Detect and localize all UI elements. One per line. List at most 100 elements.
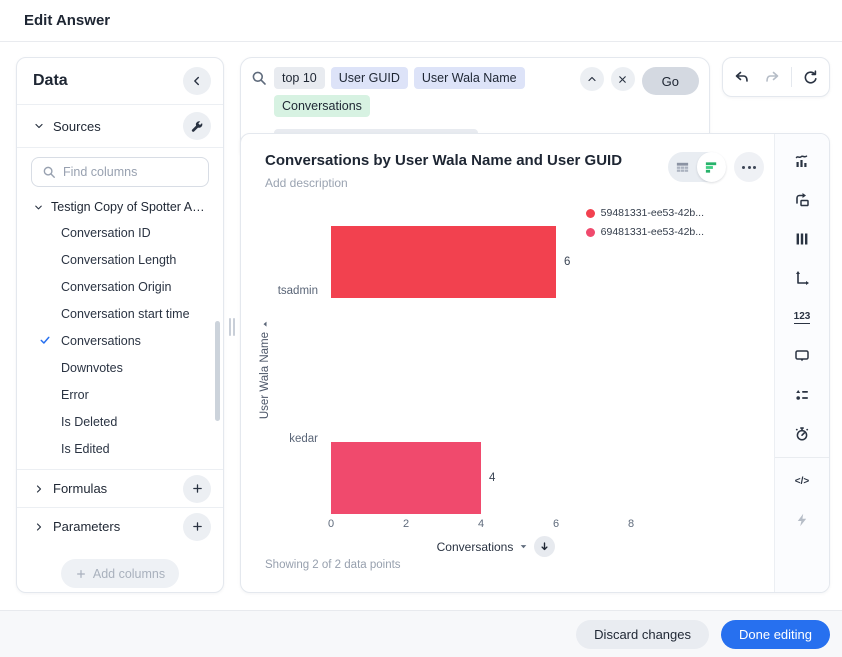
formulas-section-header[interactable]: Formulas [17, 469, 223, 507]
conditional-formatting-button[interactable] [789, 382, 815, 408]
add-formula-button[interactable] [183, 475, 211, 503]
close-icon [617, 74, 628, 85]
format-list-icon [793, 386, 811, 404]
column-item[interactable]: Error [17, 381, 223, 408]
clear-search-button[interactable] [611, 67, 635, 91]
table-icon [675, 160, 690, 175]
find-columns-input[interactable] [63, 165, 193, 179]
source-tree-parent[interactable]: Testign Copy of Spotter Ana... [17, 195, 223, 219]
more-options-button[interactable] [734, 152, 764, 182]
divider [775, 457, 830, 458]
sources-label: Sources [53, 119, 101, 134]
data-panel-title: Data [33, 72, 68, 90]
spotiq-button[interactable] [789, 507, 815, 533]
panel-resize-handle[interactable] [229, 318, 235, 336]
reset-button[interactable] [798, 64, 824, 90]
chevron-down-icon [33, 202, 44, 213]
add-columns-button[interactable]: Add columns [61, 559, 179, 588]
chevron-up-icon [586, 73, 598, 85]
discard-changes-button[interactable]: Discard changes [576, 620, 709, 649]
bar-tsadmin[interactable] [331, 226, 556, 298]
answer-card: Conversations by User Wala Name and User… [240, 133, 830, 593]
lightning-icon [794, 512, 810, 528]
tooltip-settings-button[interactable] [789, 343, 815, 369]
chevron-left-icon [190, 74, 204, 88]
edit-columns-button[interactable] [789, 226, 815, 252]
page-title: Edit Answer [24, 12, 110, 29]
column-item[interactable]: Is Deleted [17, 408, 223, 435]
source-name: Testign Copy of Spotter Ana... [51, 200, 211, 214]
search-icon [42, 165, 56, 179]
data-label: 6 [564, 256, 570, 268]
search-token[interactable]: Conversations [274, 95, 370, 117]
code-icon: </> [795, 476, 809, 487]
answer-side-toolbar: 123 [774, 134, 829, 592]
edit-sources-button[interactable] [183, 112, 211, 140]
pin-to-liveboard-button[interactable] [789, 187, 815, 213]
chart-view-button[interactable] [697, 152, 726, 182]
go-button[interactable]: Go [642, 67, 699, 95]
column-item[interactable]: Conversation start time [17, 300, 223, 327]
bar-kedar[interactable] [331, 442, 481, 514]
column-item[interactable]: Conversation ID [17, 219, 223, 246]
divider [791, 67, 792, 87]
data-label: 4 [489, 472, 495, 484]
data-panel-header: Data [17, 58, 223, 105]
x-axis-ticks: 0 2 4 6 8 [331, 518, 661, 532]
chart-content: Conversations by User Wala Name and User… [241, 134, 774, 592]
y-axis-label[interactable]: User Wala Name [257, 226, 273, 514]
tree-scrollbar[interactable] [215, 321, 220, 421]
done-editing-button[interactable]: Done editing [721, 620, 830, 649]
legend-item[interactable]: 59481331-ee53-42b... [586, 207, 704, 219]
columns-tree: Testign Copy of Spotter Ana... Conversat… [17, 191, 223, 469]
category-label: tsadmin [258, 285, 318, 297]
category-label: kedar [258, 433, 318, 445]
change-visualization-button[interactable] [789, 148, 815, 174]
add-parameter-button[interactable] [183, 513, 211, 541]
parameters-section-header[interactable]: Parameters [17, 507, 223, 545]
legend-dot [586, 209, 595, 218]
column-item-selected[interactable]: Conversations [17, 327, 223, 354]
find-columns-box [31, 157, 209, 187]
data-panel: Data Sources [16, 57, 224, 593]
search-token[interactable]: top 10 [274, 67, 325, 89]
edit-answer-page: Edit Answer Data Sources [0, 0, 842, 657]
search-token[interactable]: User GUID [331, 67, 408, 89]
bar-chart-icon [704, 160, 719, 175]
axes-icon [793, 269, 811, 287]
view-toggle [668, 152, 726, 182]
sort-descending-button[interactable] [534, 536, 555, 557]
chart-type-icon [793, 152, 811, 170]
plus-icon [75, 568, 87, 580]
column-item[interactable]: Conversation Origin [17, 273, 223, 300]
add-description[interactable]: Add description [265, 176, 622, 190]
data-points-summary: Showing 2 of 2 data points [265, 559, 401, 571]
collapse-panel-button[interactable] [183, 67, 211, 95]
number-format-button[interactable]: 123 [789, 304, 815, 330]
x-axis-label[interactable]: Conversations [437, 540, 514, 554]
chart-header: Conversations by User Wala Name and User… [265, 152, 764, 190]
wrench-icon [190, 119, 204, 133]
column-item[interactable]: Downvotes [17, 354, 223, 381]
stopwatch-icon [793, 425, 811, 443]
schedule-button[interactable] [789, 421, 815, 447]
chart-title: Conversations by User Wala Name and User… [265, 152, 622, 169]
column-item[interactable]: Liveboard GUID [17, 462, 223, 469]
tml-editor-button[interactable]: </> [789, 468, 815, 494]
parameters-label: Parameters [53, 519, 120, 534]
collapse-search-button[interactable] [580, 67, 604, 91]
column-item[interactable]: Is Edited [17, 435, 223, 462]
search-token[interactable]: User Wala Name [414, 67, 525, 89]
x-axis-label-row: Conversations [331, 536, 661, 557]
column-item[interactable]: Conversation Length [17, 246, 223, 273]
axes-settings-button[interactable] [789, 265, 815, 291]
sources-section-header[interactable]: Sources [17, 105, 223, 148]
redo-button[interactable] [760, 64, 786, 90]
arrow-down-icon [539, 541, 550, 552]
table-view-button[interactable] [668, 152, 697, 182]
undo-button[interactable] [728, 64, 754, 90]
redo-icon [764, 69, 781, 86]
chevron-down-icon [33, 120, 45, 132]
tooltip-icon [793, 347, 811, 365]
caret-down-icon [519, 542, 528, 551]
